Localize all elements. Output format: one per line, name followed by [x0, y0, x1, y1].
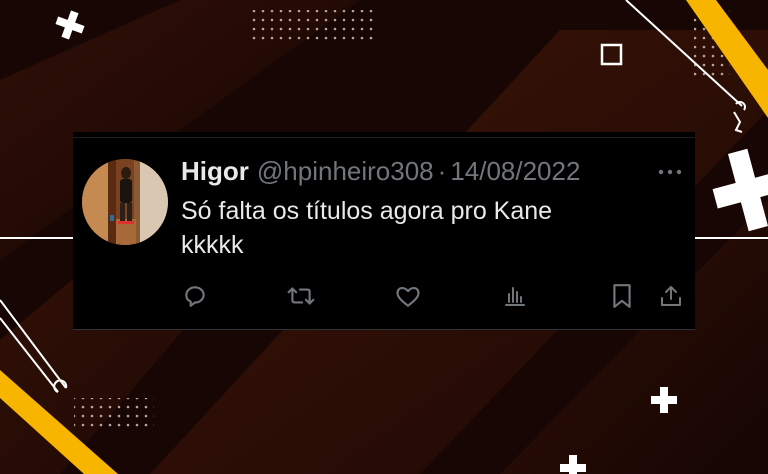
tweet-date[interactable]: 14/08/2022 [450, 156, 580, 187]
retweet-button[interactable] [287, 282, 315, 310]
tweet-card[interactable]: Higor @hpinheiro308 · 14/08/2022 Só falt… [73, 132, 695, 330]
avatar[interactable] [82, 159, 168, 245]
tweet-text: Só falta os títulos agora pro Kane kkkkk [181, 197, 553, 259]
tweet-header: Higor @hpinheiro308 · 14/08/2022 [181, 156, 580, 188]
share-icon [661, 286, 681, 306]
tweet-actions [73, 282, 695, 310]
display-name[interactable]: Higor [181, 156, 249, 187]
user-handle[interactable]: @hpinheiro308 [257, 156, 434, 187]
like-button[interactable] [394, 282, 422, 310]
reply-button[interactable] [181, 282, 209, 310]
retweet-icon [287, 287, 315, 305]
share-button[interactable] [657, 282, 685, 310]
more-options-button[interactable] [655, 162, 685, 182]
views-button[interactable] [501, 282, 529, 310]
separator-dot: · [437, 156, 447, 186]
reply-icon [185, 286, 205, 307]
bookmark-icon [613, 284, 631, 308]
avatar-photo [82, 159, 168, 245]
bookmark-button[interactable] [608, 282, 636, 310]
more-horizontal-icon [658, 169, 682, 175]
views-bar-chart-icon [505, 287, 525, 306]
card-divider [73, 137, 695, 138]
heart-icon [396, 286, 420, 307]
